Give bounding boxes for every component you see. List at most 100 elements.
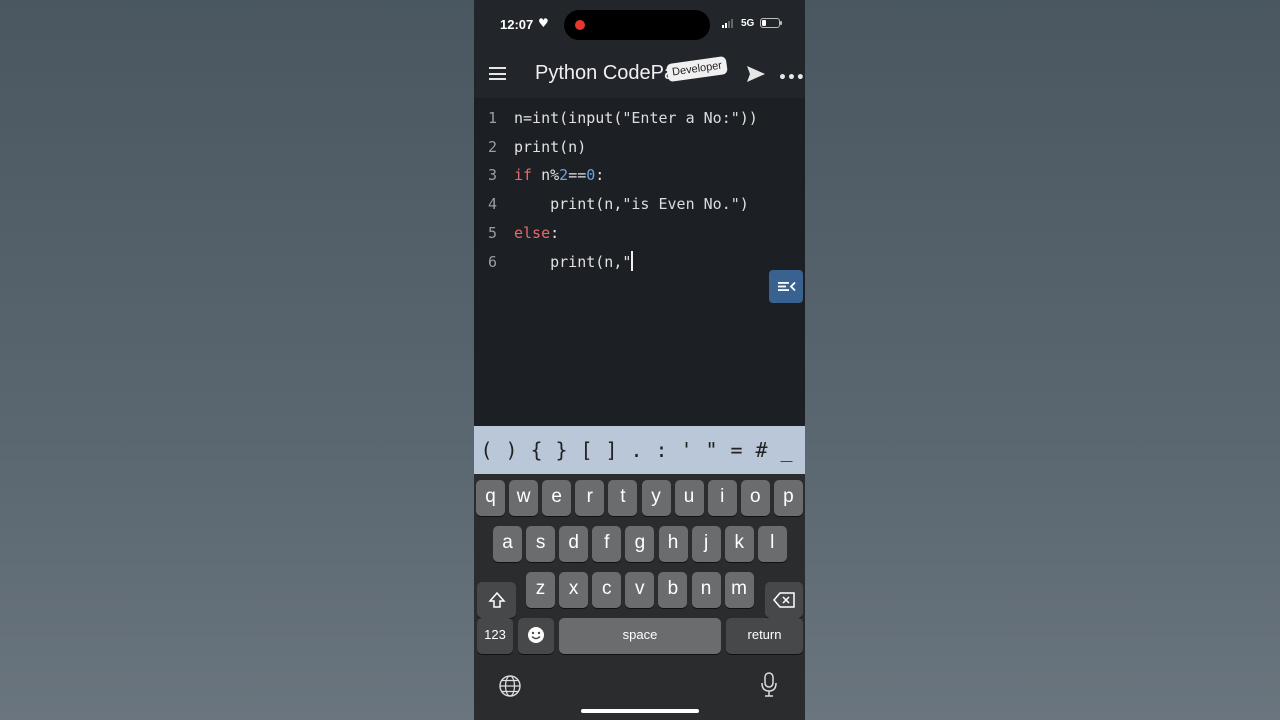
key-l[interactable]: l xyxy=(757,526,787,562)
more-icon[interactable]: ••• xyxy=(778,70,805,86)
key-g[interactable]: g xyxy=(625,526,655,562)
symbol-key[interactable]: { xyxy=(524,438,549,462)
code-token: n=int(input( xyxy=(514,109,623,127)
key-e[interactable]: e xyxy=(542,480,572,516)
symbol-key[interactable]: : xyxy=(649,438,674,462)
line-number: 1 xyxy=(488,109,498,127)
app-bar: Python CodePad Developer ••• xyxy=(474,50,805,98)
code-text: print(n,"is Even No.") xyxy=(514,190,749,218)
text-cursor xyxy=(631,250,634,271)
delete-icon xyxy=(773,592,795,608)
code-text: else: xyxy=(514,219,559,247)
code-token: 0 xyxy=(586,166,596,185)
battery-icon xyxy=(760,18,782,28)
key-d[interactable]: d xyxy=(559,526,589,562)
symbol-key[interactable]: " xyxy=(699,438,724,462)
status-bar: 12:07 ♥ 5G xyxy=(474,0,805,50)
symbol-key[interactable]: # xyxy=(749,438,774,462)
home-indicator xyxy=(581,709,699,713)
emoji-icon xyxy=(528,627,544,643)
code-line[interactable]: 3 if n%2==0: xyxy=(474,161,805,189)
key-u[interactable]: u xyxy=(674,480,704,516)
key-t[interactable]: t xyxy=(608,480,638,516)
code-token: if xyxy=(514,166,533,185)
send-icon[interactable] xyxy=(746,65,766,83)
return-key[interactable]: return xyxy=(726,618,803,654)
signal-icon xyxy=(722,18,733,28)
code-token: print(n," xyxy=(514,252,632,271)
symbol-key[interactable]: [ xyxy=(574,438,599,462)
key-z[interactable]: z xyxy=(526,572,555,608)
key-w[interactable]: w xyxy=(509,480,539,516)
globe-icon[interactable] xyxy=(498,674,522,698)
key-k[interactable]: k xyxy=(724,526,754,562)
microphone-icon[interactable] xyxy=(760,672,778,698)
dynamic-island xyxy=(564,10,710,40)
key-n[interactable]: n xyxy=(691,572,721,608)
code-line[interactable]: 1 n=int(input("Enter a No:")) xyxy=(474,104,805,132)
code-token: print(n) xyxy=(514,137,587,156)
key-c[interactable]: c xyxy=(592,572,622,608)
key-m[interactable]: m xyxy=(724,572,754,608)
space-key[interactable]: space xyxy=(559,618,721,654)
code-text: if n%2==0: xyxy=(514,161,604,189)
symbol-key[interactable]: ' xyxy=(674,438,699,462)
code-token: "is Even No." xyxy=(622,195,740,214)
code-token: == xyxy=(568,166,587,185)
key-r[interactable]: r xyxy=(575,480,605,516)
code-text: n=int(input("Enter a No:")) xyxy=(514,104,758,132)
symbol-key[interactable]: = xyxy=(724,438,749,462)
emoji-key[interactable] xyxy=(518,618,554,654)
line-number: 4 xyxy=(488,195,498,214)
shift-key[interactable] xyxy=(477,582,516,618)
numbers-key[interactable]: 123 xyxy=(477,618,513,654)
symbol-key[interactable]: . xyxy=(624,438,649,462)
battery-level xyxy=(762,20,766,26)
code-token: ) xyxy=(739,195,749,214)
delete-key[interactable] xyxy=(765,582,803,618)
key-a[interactable]: a xyxy=(493,526,522,562)
symbol-bar: (){}[].: ' " = # _ xyxy=(474,426,805,474)
developer-badge: Developer xyxy=(666,55,729,83)
key-i[interactable]: i xyxy=(707,480,737,516)
code-editor[interactable]: 1 n=int(input("Enter a No:")) 2 print(n) 3 if… xyxy=(474,98,805,426)
key-p[interactable]: p xyxy=(773,480,803,516)
key-o[interactable]: o xyxy=(740,480,770,516)
symbol-key[interactable]: ) xyxy=(499,438,524,462)
code-line[interactable]: 2 print(n) xyxy=(474,133,805,161)
code-token: 2 xyxy=(559,166,569,185)
symbol-key[interactable]: ] xyxy=(599,438,624,462)
key-v[interactable]: v xyxy=(625,572,655,608)
key-q[interactable]: q xyxy=(476,480,505,516)
key-j[interactable]: j xyxy=(691,526,721,562)
line-number: 6 xyxy=(488,252,498,271)
key-s[interactable]: s xyxy=(526,526,556,562)
symbol-key[interactable]: } xyxy=(549,438,574,462)
heart-icon: ♥ xyxy=(538,16,549,30)
code-line[interactable]: 4 print(n,"is Even No.") xyxy=(474,190,805,218)
code-line[interactable]: 6 print(n," xyxy=(474,248,805,276)
line-number: 3 xyxy=(488,166,498,185)
status-time: 12:07 xyxy=(500,17,534,32)
key-x[interactable]: x xyxy=(559,572,589,608)
key-b[interactable]: b xyxy=(658,572,688,608)
phone-screen: 12:07 ♥ 5G Python CodePad Developer ••• xyxy=(474,0,805,720)
key-f[interactable]: f xyxy=(592,526,622,562)
key-h[interactable]: h xyxy=(658,526,688,562)
code-text: print(n) xyxy=(514,133,586,161)
code-line[interactable]: 5 else: xyxy=(474,219,805,247)
network-type: 5G xyxy=(741,18,755,29)
code-token: n% xyxy=(532,166,560,185)
symbol-key[interactable]: _ xyxy=(774,438,799,462)
code-text: print(n," xyxy=(514,248,634,276)
line-number: 2 xyxy=(488,137,498,156)
symbol-key[interactable]: ( xyxy=(474,438,499,462)
code-token: else xyxy=(514,223,551,242)
code-token: )) xyxy=(739,109,758,127)
line-number: 5 xyxy=(488,223,498,242)
shift-icon xyxy=(487,591,506,608)
menu-icon[interactable] xyxy=(489,67,506,80)
key-y[interactable]: y xyxy=(641,480,671,516)
recording-indicator-icon xyxy=(575,20,585,30)
code-token: : xyxy=(595,166,605,185)
